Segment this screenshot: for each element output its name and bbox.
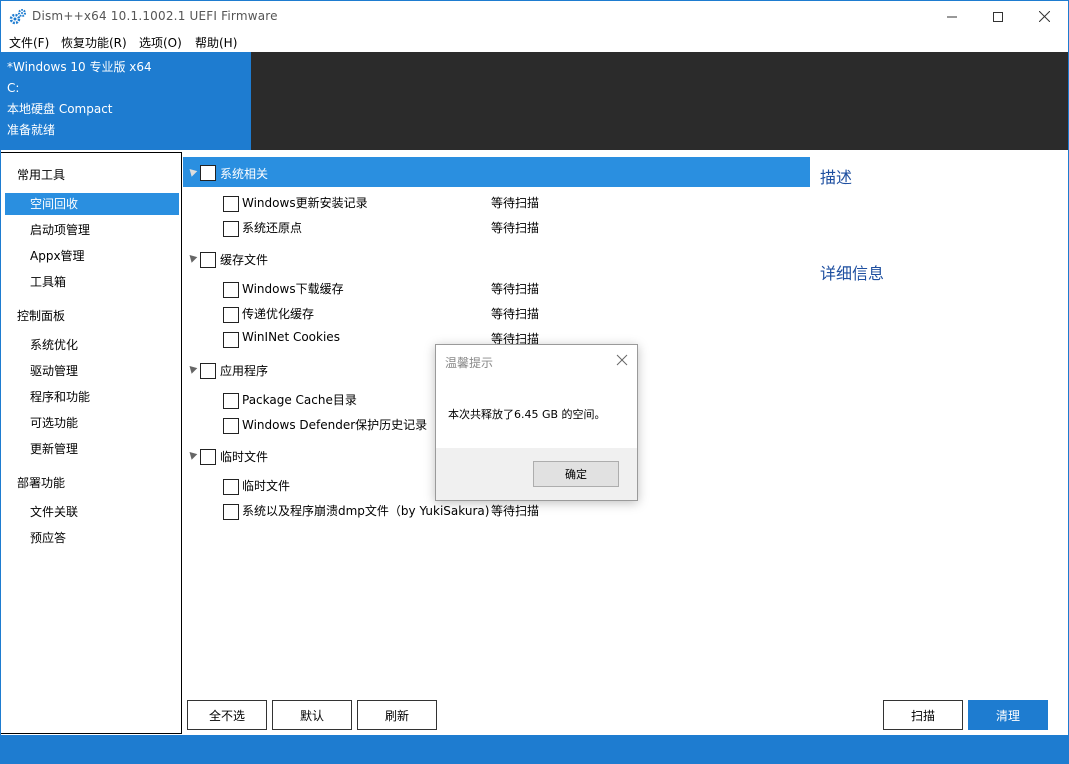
sidebar-item-file-assoc[interactable]: 文件关联 xyxy=(5,501,179,523)
expand-icon[interactable] xyxy=(186,166,198,177)
item-checkbox[interactable] xyxy=(223,504,239,520)
message-dialog: 温馨提示 本次共释放了6.45 GB 的空间。 确定 xyxy=(435,344,638,501)
maximize-icon xyxy=(993,11,1003,22)
sidebar-group-deploy: 部署功能 xyxy=(17,476,66,490)
close-icon xyxy=(1038,11,1050,22)
sidebar-group-tools: 常用工具 xyxy=(17,168,66,182)
list-item[interactable]: 系统以及程序崩溃dmp文件（by YukiSakura) 等待扫描 xyxy=(223,499,623,523)
list-item[interactable]: Windows更新安装记录 等待扫描 xyxy=(223,191,623,215)
item-checkbox[interactable] xyxy=(223,282,239,298)
item-checkbox[interactable] xyxy=(223,307,239,323)
list-item[interactable]: 系统还原点 等待扫描 xyxy=(223,216,623,240)
header-banner xyxy=(251,52,1068,150)
clean-button[interactable]: 清理 xyxy=(968,700,1048,730)
expand-icon[interactable] xyxy=(186,363,198,374)
item-status: 等待扫描 xyxy=(491,221,540,235)
list-item[interactable]: Windows下载缓存 等待扫描 xyxy=(223,277,623,301)
maximize-button[interactable] xyxy=(975,1,1021,32)
minimize-button[interactable] xyxy=(929,1,975,32)
item-label: Windows Defender保护历史记录 xyxy=(242,418,428,432)
sidebar-item-optional-features[interactable]: 可选功能 xyxy=(5,412,179,434)
minimize-icon xyxy=(947,16,957,17)
ok-button[interactable]: 确定 xyxy=(533,461,619,487)
item-label: Windows更新安装记录 xyxy=(242,196,368,210)
item-status: 等待扫描 xyxy=(491,307,540,321)
category-checkbox[interactable] xyxy=(200,449,216,465)
drive-type: 本地硬盘 Compact xyxy=(7,102,113,116)
expand-icon[interactable] xyxy=(186,449,198,460)
status-bar xyxy=(1,735,1068,764)
sidebar-item-system-optimize[interactable]: 系统优化 xyxy=(5,334,179,356)
sidebar-item-startup[interactable]: 启动项管理 xyxy=(5,219,179,241)
sidebar-item-programs[interactable]: 程序和功能 xyxy=(5,386,179,408)
title-bar: Dism++x64 10.1.1002.1 UEFI Firmware xyxy=(1,1,1068,32)
menu-restore[interactable]: 恢复功能(R) xyxy=(61,34,127,51)
category-label: 临时文件 xyxy=(220,450,269,464)
expand-icon[interactable] xyxy=(186,252,198,263)
item-checkbox[interactable] xyxy=(223,393,239,409)
sidebar-item-updates[interactable]: 更新管理 xyxy=(5,438,179,460)
category-checkbox[interactable] xyxy=(200,252,216,268)
dialog-footer: 确定 xyxy=(436,448,637,500)
category-row[interactable]: 缓存文件 xyxy=(183,243,810,273)
item-status: 等待扫描 xyxy=(491,196,540,210)
window-title: Dism++x64 10.1.1002.1 UEFI Firmware xyxy=(32,9,278,23)
category-checkbox[interactable] xyxy=(200,363,216,379)
menu-options[interactable]: 选项(O) xyxy=(139,34,182,51)
system-info-panel[interactable]: *Windows 10 专业版 x64 C: 本地硬盘 Compact 准备就绪 xyxy=(1,52,251,150)
gear-icon xyxy=(9,9,26,25)
default-button[interactable]: 默认 xyxy=(272,700,352,730)
item-checkbox[interactable] xyxy=(223,479,239,495)
menu-file[interactable]: 文件(F) xyxy=(9,34,49,51)
item-label: 系统以及程序崩溃dmp文件（by YukiSakura) xyxy=(242,504,490,518)
item-label: Windows下载缓存 xyxy=(242,282,344,296)
scan-button[interactable]: 扫描 xyxy=(883,700,963,730)
sidebar-item-toolbox[interactable]: 工具箱 xyxy=(5,271,179,293)
item-label: 传递优化缓存 xyxy=(242,307,315,321)
sidebar-group-control: 控制面板 xyxy=(17,309,66,323)
description-title: 描述 xyxy=(820,168,853,187)
item-label: Package Cache目录 xyxy=(242,393,357,407)
menu-bar: 文件(F) 恢复功能(R) 选项(O) 帮助(H) xyxy=(1,32,1068,52)
app-window: Dism++x64 10.1.1002.1 UEFI Firmware 文件(F… xyxy=(0,0,1069,764)
item-label: 临时文件 xyxy=(242,479,291,493)
status-text: 准备就绪 xyxy=(7,123,56,137)
sidebar-item-unattend[interactable]: 预应答 xyxy=(5,527,179,549)
item-status: 等待扫描 xyxy=(491,282,540,296)
sidebar: 常用工具 空间回收 启动项管理 Appx管理 工具箱 控制面板 系统优化 驱动管… xyxy=(1,152,182,734)
close-icon[interactable] xyxy=(614,352,630,368)
category-label: 缓存文件 xyxy=(220,253,269,267)
category-label: 系统相关 xyxy=(220,167,269,181)
item-checkbox[interactable] xyxy=(223,221,239,237)
drive-letter: C: xyxy=(7,81,20,95)
dialog-title: 温馨提示 xyxy=(445,356,494,370)
item-label: WinINet Cookies xyxy=(242,330,340,344)
sidebar-item-drivers[interactable]: 驱动管理 xyxy=(5,360,179,382)
refresh-button[interactable]: 刷新 xyxy=(357,700,437,730)
detail-title: 详细信息 xyxy=(820,264,885,283)
close-button[interactable] xyxy=(1021,1,1067,32)
category-label: 应用程序 xyxy=(220,364,269,378)
category-row[interactable]: 系统相关 xyxy=(183,157,810,187)
sidebar-item-space-cleanup[interactable]: 空间回收 xyxy=(5,193,179,215)
dialog-message: 本次共释放了6.45 GB 的空间。 xyxy=(448,408,606,421)
item-status: 等待扫描 xyxy=(491,504,540,518)
item-checkbox[interactable] xyxy=(223,196,239,212)
item-label: 系统还原点 xyxy=(242,221,303,235)
item-checkbox[interactable] xyxy=(223,418,239,434)
category-checkbox[interactable] xyxy=(200,165,216,181)
deselect-all-button[interactable]: 全不选 xyxy=(187,700,267,730)
menu-help[interactable]: 帮助(H) xyxy=(195,34,237,51)
os-name: *Windows 10 专业版 x64 xyxy=(7,60,152,74)
list-item[interactable]: 传递优化缓存 等待扫描 xyxy=(223,302,623,326)
item-checkbox[interactable] xyxy=(223,332,239,348)
sidebar-item-appx[interactable]: Appx管理 xyxy=(5,245,179,267)
